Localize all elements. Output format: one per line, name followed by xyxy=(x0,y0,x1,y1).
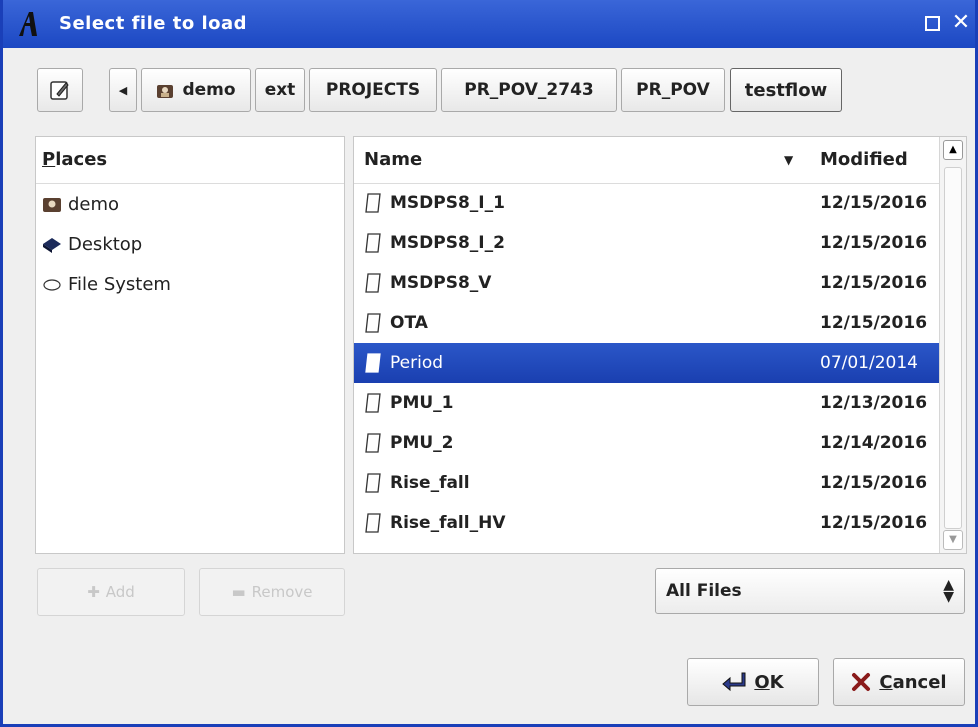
cancel-label: ancel xyxy=(892,671,947,693)
file-row[interactable]: MSDPS8_I_2 12/15/2016 xyxy=(354,223,940,263)
remove-icon: ▬ xyxy=(231,583,246,601)
file-icon xyxy=(365,273,381,293)
file-modified: 12/15/2016 xyxy=(820,513,928,533)
place-demo[interactable]: demo xyxy=(36,184,344,224)
scroll-up-icon[interactable]: ▲ xyxy=(943,140,963,160)
places-header[interactable]: Places xyxy=(36,137,344,184)
place-label: Desktop xyxy=(68,233,143,255)
crumb-label: testflow xyxy=(744,79,828,101)
home-folder-icon xyxy=(157,85,174,98)
places-header-rest: laces xyxy=(55,149,108,170)
crumb-ext[interactable]: ext xyxy=(255,68,305,112)
file-row[interactable]: MSDPS8_I_1 12/15/2016 xyxy=(354,183,940,223)
cancel-accel: C xyxy=(879,671,893,693)
edit-location-button[interactable] xyxy=(37,68,83,112)
ok-accel: O xyxy=(754,671,770,693)
scroll-thumb[interactable] xyxy=(944,167,962,529)
file-filter-select[interactable]: All Files ▲ ▼ xyxy=(655,568,965,614)
ok-button[interactable]: OK xyxy=(687,658,819,706)
file-row[interactable]: PMU_2 12/14/2016 xyxy=(354,423,940,463)
add-label: Add xyxy=(105,583,135,601)
file-dialog: Select file to load ✕ ◀ demo ext PROJECT… xyxy=(0,0,978,727)
file-name: Rise_fall_HV xyxy=(390,513,506,533)
updown-arrows-icon: ▲ ▼ xyxy=(943,577,954,605)
crumb-demo[interactable]: demo xyxy=(141,68,251,112)
home-folder-icon xyxy=(43,198,61,212)
file-icon xyxy=(365,513,381,533)
file-name: OTA xyxy=(390,313,428,333)
file-row-selected[interactable]: Period 07/01/2014 xyxy=(354,343,940,383)
place-label: demo xyxy=(68,193,120,215)
crumb-projects[interactable]: PROJECTS xyxy=(309,68,437,112)
file-name: Rise_fall xyxy=(390,473,470,493)
places-panel: Places demo Desktop File System xyxy=(35,136,345,554)
add-place-button[interactable]: ✚ Add xyxy=(37,568,185,616)
file-modified: 12/15/2016 xyxy=(820,473,928,493)
crumb-testflow[interactable]: testflow xyxy=(730,68,842,112)
file-icon xyxy=(365,313,381,333)
file-row[interactable]: Rise_fall 12/15/2016 xyxy=(354,463,940,503)
column-modified[interactable]: Modified xyxy=(820,149,908,170)
places-header-accel: P xyxy=(42,149,56,170)
place-file-system[interactable]: File System xyxy=(36,264,344,304)
window-title: Select file to load xyxy=(59,13,248,34)
ok-arrow-icon xyxy=(722,672,746,692)
file-row[interactable]: Rise_fall_HV 12/15/2016 xyxy=(354,503,940,543)
title-bar[interactable]: Select file to load ✕ xyxy=(3,0,975,48)
file-icon xyxy=(365,233,381,253)
sort-descending-icon[interactable]: ▼ xyxy=(784,153,793,167)
crumb-label: demo xyxy=(182,80,236,100)
crumb-pr-pov-2743[interactable]: PR_POV_2743 xyxy=(441,68,617,112)
path-scroll-left-button[interactable]: ◀ xyxy=(109,68,137,112)
desktop-icon xyxy=(43,238,61,253)
file-rows: MSDPS8_I_1 12/15/2016 MSDPS8_I_2 12/15/2… xyxy=(354,183,940,543)
file-row[interactable]: OTA 12/15/2016 xyxy=(354,303,940,343)
app-logo-icon xyxy=(19,12,37,36)
file-modified: 12/13/2016 xyxy=(820,393,928,413)
file-modified: 12/15/2016 xyxy=(820,313,928,333)
file-name: PMU_2 xyxy=(390,433,454,453)
remove-label: Remove xyxy=(251,583,313,601)
add-icon: ✚ xyxy=(87,583,100,601)
ok-label: K xyxy=(769,671,784,693)
maximize-icon xyxy=(925,16,940,31)
file-modified: 07/01/2014 xyxy=(820,353,918,373)
vertical-scrollbar[interactable]: ▲ ▼ xyxy=(939,137,966,553)
edit-location-icon xyxy=(50,81,69,100)
place-label: File System xyxy=(68,273,171,295)
crumb-label: PROJECTS xyxy=(325,80,421,100)
crumb-pr-pov[interactable]: PR_POV xyxy=(621,68,725,112)
file-icon xyxy=(365,473,381,493)
file-row[interactable]: MSDPS8_V 12/15/2016 xyxy=(354,263,940,303)
file-name: MSDPS8_I_1 xyxy=(390,193,505,213)
file-modified: 12/15/2016 xyxy=(820,193,928,213)
crumb-label: PR_POV_2743 xyxy=(464,80,594,100)
filter-value: All Files xyxy=(666,581,742,601)
file-row[interactable]: PMU_1 12/13/2016 xyxy=(354,383,940,423)
file-icon xyxy=(365,393,381,413)
cancel-x-icon xyxy=(852,673,871,691)
drive-icon xyxy=(43,279,61,291)
scroll-down-icon[interactable]: ▼ xyxy=(943,530,963,550)
file-list-panel: Name ▼ Modified MSDPS8_I_1 12/15/2016 MS… xyxy=(353,136,967,554)
file-name: PMU_1 xyxy=(390,393,454,413)
file-modified: 12/15/2016 xyxy=(820,233,928,253)
file-icon xyxy=(365,353,381,373)
column-name[interactable]: Name xyxy=(364,149,422,170)
file-list-header: Name ▼ Modified xyxy=(354,137,940,184)
cancel-button[interactable]: Cancel xyxy=(833,658,965,706)
maximize-button[interactable] xyxy=(921,12,943,34)
crumb-label: ext xyxy=(264,80,296,100)
crumb-label: PR_POV xyxy=(636,80,710,100)
place-desktop[interactable]: Desktop xyxy=(36,224,344,264)
file-name: MSDPS8_I_2 xyxy=(390,233,505,253)
close-button[interactable]: ✕ xyxy=(950,12,972,34)
file-modified: 12/14/2016 xyxy=(820,433,928,453)
file-icon xyxy=(365,433,381,453)
remove-place-button[interactable]: ▬ Remove xyxy=(199,568,345,616)
file-name: MSDPS8_V xyxy=(390,273,492,293)
file-modified: 12/15/2016 xyxy=(820,273,928,293)
file-icon xyxy=(365,193,381,213)
file-name: Period xyxy=(390,353,444,373)
